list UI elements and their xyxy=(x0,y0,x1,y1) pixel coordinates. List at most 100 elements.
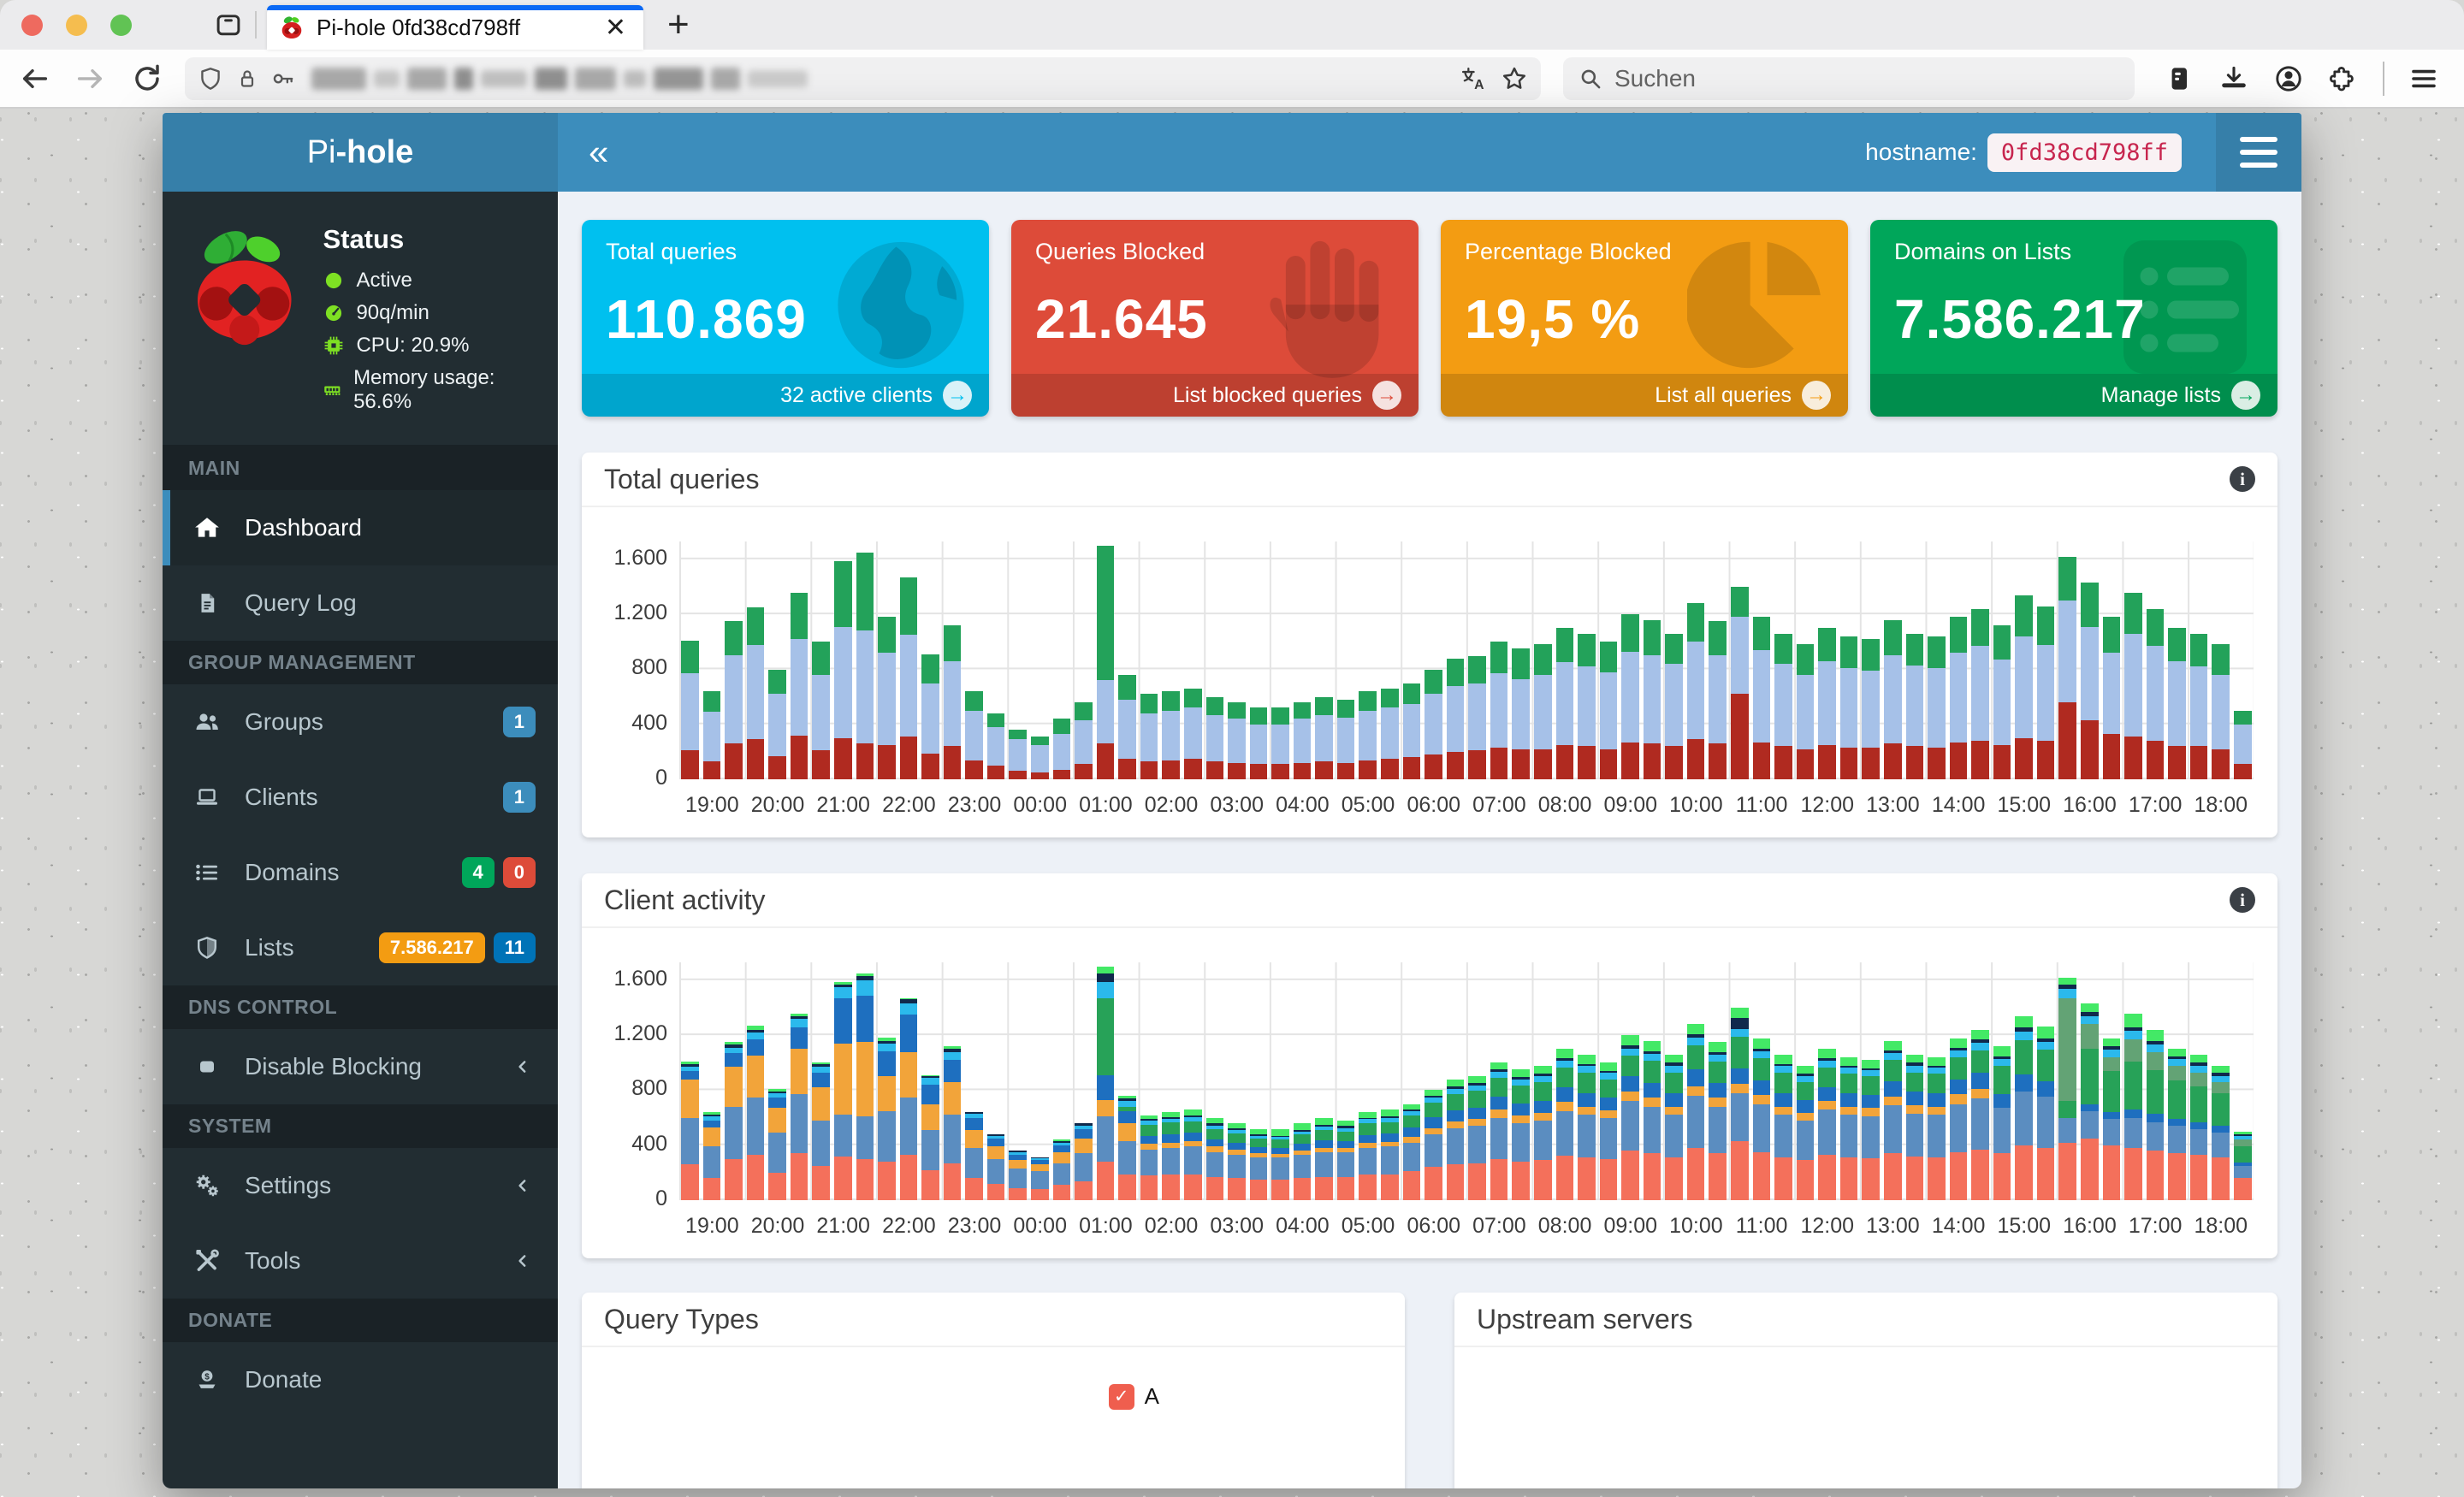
stacked-bar xyxy=(1031,1157,1049,1200)
reload-button[interactable] xyxy=(125,56,169,101)
downloads-icon[interactable] xyxy=(2218,63,2249,94)
panel-title: Query Types xyxy=(604,1303,759,1334)
x-tick: 14:00 xyxy=(1931,1214,1986,1238)
search-input[interactable] xyxy=(1614,64,2059,92)
sidebar-item-label: Dashboard xyxy=(245,514,362,541)
y-axis-labels: 0 400 800 1.200 1.600 xyxy=(597,962,679,1210)
sidebar-item-label: Query Log xyxy=(245,589,357,616)
card-footer-link[interactable]: Manage lists → xyxy=(1870,374,2277,417)
stacked-bar xyxy=(1118,1095,1136,1200)
sidebar-item-donate[interactable]: $ Donate xyxy=(163,1342,558,1417)
card-footer-link[interactable]: List blocked queries → xyxy=(1011,374,1419,417)
total-queries-chart: 0 400 800 1.200 1.600 19:00 20:00 21:00 22:00 23… xyxy=(597,541,2254,824)
y-axis-labels: 0 400 800 1.200 1.600 xyxy=(597,541,679,790)
pihole-logo[interactable]: Pi -hole xyxy=(163,113,558,192)
translate-icon[interactable]: A xyxy=(1459,64,1488,93)
card-footer-link[interactable]: List all queries → xyxy=(1441,374,1848,417)
stacked-bar xyxy=(1578,633,1596,779)
stacked-bar xyxy=(2036,606,2055,779)
menu-icon[interactable] xyxy=(2408,63,2439,94)
page-url-redacted xyxy=(311,67,1459,90)
close-window-button[interactable] xyxy=(21,14,43,36)
search-bar[interactable] xyxy=(1563,56,2135,100)
stacked-bar xyxy=(2036,1027,2055,1200)
chart-plot-area[interactable] xyxy=(679,962,2254,1200)
sidebar-item-label: Lists xyxy=(245,934,294,961)
sidebar-item-domains[interactable]: Domains 4 0 xyxy=(163,835,558,910)
x-tick: 22:00 xyxy=(882,793,936,817)
shield-icon xyxy=(188,935,226,961)
stacked-bar xyxy=(1731,587,1749,779)
minimize-window-button[interactable] xyxy=(66,14,87,36)
stacked-bar xyxy=(1774,1054,1792,1200)
chevron-left-icon xyxy=(512,1056,532,1077)
chart-plot-area[interactable] xyxy=(679,541,2254,779)
arrow-circle-icon: → xyxy=(943,381,972,410)
x-tick: 05:00 xyxy=(1341,1214,1395,1238)
stacked-bar xyxy=(1402,683,1421,779)
stacked-bar xyxy=(2015,1015,2033,1200)
sidebar-item-lists[interactable]: Lists 7.586.217 11 xyxy=(163,910,558,985)
x-tick: 14:00 xyxy=(1931,793,1986,817)
stacked-bar xyxy=(1490,1062,1508,1200)
tracking-shield-icon xyxy=(201,67,220,90)
checkbox-checked-icon[interactable]: ✓ xyxy=(1108,1383,1134,1410)
sidebar-item-disable-blocking[interactable]: Disable Blocking xyxy=(163,1029,558,1104)
stacked-bar xyxy=(812,642,830,779)
stacked-bar xyxy=(1599,1062,1618,1200)
x-tick: 15:00 xyxy=(1997,1214,2052,1238)
bookmark-star-icon[interactable] xyxy=(1500,64,1529,93)
account-icon[interactable] xyxy=(2273,63,2304,94)
sidebar-item-query-log[interactable]: Query Log xyxy=(163,565,558,641)
card-title: Domains on Lists xyxy=(1894,239,2072,264)
stacked-bar xyxy=(2233,1131,2252,1200)
info-icon[interactable]: i xyxy=(2230,466,2255,492)
sidebar-item-clients[interactable]: Clients 1 xyxy=(163,760,558,835)
stacked-bar xyxy=(1905,633,1924,779)
firefox-view-button[interactable] xyxy=(209,5,248,44)
status-cpu-label: CPU: 20.9% xyxy=(356,334,470,357)
sidebars-icon[interactable] xyxy=(2164,63,2194,94)
status-title: Status xyxy=(323,224,405,254)
stacked-bar xyxy=(2233,710,2252,779)
card-footer-link[interactable]: 32 active clients → xyxy=(582,374,989,417)
active-tab[interactable]: Pi-hole 0fd38cd798ff ✕ xyxy=(267,5,643,50)
stacked-bar xyxy=(2124,592,2142,779)
stacked-bar xyxy=(965,691,983,779)
stacked-bar xyxy=(1205,696,1224,779)
address-bar[interactable]: A xyxy=(185,56,1541,100)
panel-title: Upstream servers xyxy=(1477,1303,1693,1334)
tab-close-icon[interactable]: ✕ xyxy=(605,13,626,43)
sidebar-item-dashboard[interactable]: Dashboard xyxy=(163,490,558,565)
legend-item-a[interactable]: ✓ A xyxy=(1108,1383,1159,1410)
navbar-menu-button[interactable] xyxy=(2216,113,2301,192)
stop-icon xyxy=(188,1054,226,1080)
stacked-bar xyxy=(1162,691,1180,779)
stacked-bar xyxy=(1643,1040,1661,1200)
x-tick: 02:00 xyxy=(1144,1214,1199,1238)
stacked-bar xyxy=(1599,642,1618,779)
forward-button[interactable] xyxy=(68,56,113,101)
sidebar-item-tools[interactable]: Tools xyxy=(163,1223,558,1299)
extensions-icon[interactable] xyxy=(2328,63,2359,94)
stacked-bar xyxy=(1731,1008,1749,1200)
sidebar-item-settings[interactable]: Settings xyxy=(163,1148,558,1223)
stacked-bar xyxy=(921,1074,939,1200)
sidebar-item-groups[interactable]: Groups 1 xyxy=(163,684,558,760)
stacked-bar xyxy=(1183,688,1202,779)
x-tick: 07:00 xyxy=(1472,793,1526,817)
sidebar-collapse-button[interactable]: « xyxy=(589,134,608,170)
x-tick: 02:00 xyxy=(1144,793,1199,817)
file-icon xyxy=(188,590,226,616)
new-tab-button[interactable]: + xyxy=(667,3,690,46)
info-icon[interactable]: i xyxy=(2230,887,2255,913)
lists-domains-badge: 7.586.217 xyxy=(378,932,485,963)
stacked-bar xyxy=(1774,633,1792,779)
stacked-bar xyxy=(2015,595,2033,779)
x-tick: 13:00 xyxy=(1866,1214,1920,1238)
back-button[interactable] xyxy=(12,56,56,101)
stacked-bar xyxy=(1293,1123,1312,1200)
stacked-bar xyxy=(1578,1054,1596,1200)
zoom-window-button[interactable] xyxy=(110,14,132,36)
card-title: Total queries xyxy=(606,239,737,264)
